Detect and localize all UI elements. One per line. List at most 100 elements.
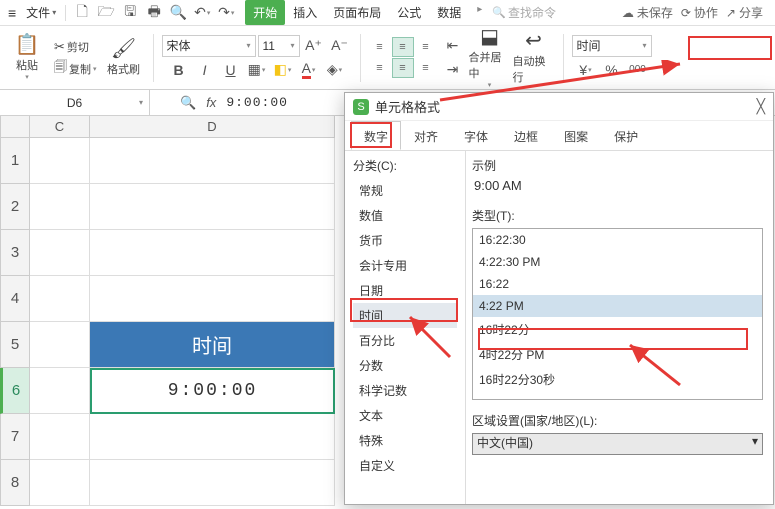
cell[interactable]	[30, 230, 90, 276]
type-opt[interactable]: 16时22分30秒	[473, 367, 762, 392]
cell[interactable]	[90, 230, 335, 276]
find-icon[interactable]: 🔍	[180, 95, 196, 111]
row-header[interactable]: 1	[0, 138, 30, 184]
save-icon[interactable]: 🖫	[119, 2, 141, 24]
increase-indent-icon[interactable]: ⇥	[441, 59, 465, 81]
dialog-tab-pattern[interactable]: 图案	[551, 121, 601, 150]
wrap-button[interactable]: ↩ 自动换行	[513, 31, 555, 85]
cell[interactable]	[90, 460, 335, 506]
cell[interactable]	[30, 368, 90, 414]
tab-start[interactable]: 开始	[245, 0, 285, 25]
row-header[interactable]: 6	[0, 368, 30, 414]
print-icon[interactable]: 🖶	[143, 2, 165, 24]
cat-custom[interactable]: 自定义	[353, 453, 457, 478]
tab-more-icon[interactable]: ▸	[469, 0, 490, 25]
increase-font-icon[interactable]: A⁺	[302, 35, 326, 57]
row-header[interactable]: 4	[0, 276, 30, 322]
italic-icon[interactable]: I	[193, 59, 217, 81]
currency-icon[interactable]: ¥	[574, 59, 598, 81]
align-top-left[interactable]: ≡	[369, 37, 391, 57]
formula-input[interactable]: 9:00:00	[226, 95, 288, 110]
tab-data[interactable]: 数据	[429, 0, 469, 25]
open-icon[interactable]: 🗁	[95, 2, 117, 24]
row-header[interactable]: 8	[0, 460, 30, 506]
cell[interactable]	[30, 276, 90, 322]
col-header-d[interactable]: D	[90, 116, 335, 138]
style-icon[interactable]: ◈	[323, 59, 347, 81]
fill-color-icon[interactable]: ◧	[271, 59, 295, 81]
col-header-c[interactable]: C	[30, 116, 90, 138]
cell[interactable]	[30, 460, 90, 506]
align-top-right[interactable]: ≡	[415, 37, 437, 57]
tab-formula[interactable]: 公式	[389, 0, 429, 25]
undo-icon[interactable]: ↶	[191, 2, 213, 24]
border-icon[interactable]: ▦	[245, 59, 269, 81]
tab-insert[interactable]: 插入	[285, 0, 325, 25]
hamburger-icon[interactable]: ≡	[4, 5, 20, 21]
preview-icon[interactable]: 🔍	[167, 2, 189, 24]
dialog-tab-font[interactable]: 字体	[451, 121, 501, 150]
cell[interactable]	[90, 184, 335, 230]
locale-select[interactable]: 中文(中国)▾	[472, 433, 763, 455]
dialog-tab-border[interactable]: 边框	[501, 121, 551, 150]
select-all-corner[interactable]	[0, 116, 30, 138]
align-bottom-center[interactable]: ≡	[392, 58, 414, 78]
cat-accounting[interactable]: 会计专用	[353, 253, 457, 278]
coop-button[interactable]: 协作	[681, 4, 718, 21]
cell[interactable]	[90, 414, 335, 460]
row-header[interactable]: 5	[0, 322, 30, 368]
dialog-tab-align[interactable]: 对齐	[401, 121, 451, 150]
category-list[interactable]: 常规 数值 货币 会计专用 日期 时间 百分比 分数 科学记数 文本 特殊 自定…	[353, 178, 457, 478]
tab-page-layout[interactable]: 页面布局	[325, 0, 389, 25]
percent-icon[interactable]: %	[600, 59, 624, 81]
file-menu[interactable]: 文件	[22, 4, 60, 21]
row-header[interactable]: 7	[0, 414, 30, 460]
unsaved-status[interactable]: 未保存	[622, 4, 673, 21]
align-bottom-left[interactable]: ≡	[369, 58, 391, 78]
number-format-select[interactable]: 时间	[572, 35, 652, 57]
type-opt-selected[interactable]: 4:22 PM	[473, 295, 762, 317]
type-opt[interactable]: 4时22分 PM	[473, 342, 762, 367]
cell-d6-active[interactable]: 9:00:00	[90, 368, 335, 414]
cell[interactable]	[30, 414, 90, 460]
dialog-tab-number[interactable]: 数字	[351, 121, 401, 150]
decrease-indent-icon[interactable]: ⇤	[441, 35, 465, 57]
decrease-font-icon[interactable]: A⁻	[328, 35, 352, 57]
comma-icon[interactable]: 000	[626, 59, 650, 81]
cat-fraction[interactable]: 分数	[353, 353, 457, 378]
fx-icon[interactable]: fx	[206, 95, 216, 110]
type-opt[interactable]: 16:22	[473, 273, 762, 295]
align-top-center[interactable]: ≡	[392, 37, 414, 57]
cat-percent[interactable]: 百分比	[353, 328, 457, 353]
cat-number[interactable]: 数值	[353, 203, 457, 228]
cat-scientific[interactable]: 科学记数	[353, 378, 457, 403]
row-header[interactable]: 3	[0, 230, 30, 276]
cell-d5[interactable]: 时间	[90, 322, 335, 368]
cell[interactable]	[30, 138, 90, 184]
close-icon[interactable]: ╳	[757, 98, 765, 115]
dialog-titlebar[interactable]: S 单元格格式 ╳	[345, 93, 773, 121]
paste-button[interactable]: 📋 粘贴	[6, 31, 48, 85]
search-input[interactable]: 查找命令	[492, 4, 556, 21]
type-list[interactable]: 16:22:30 4:22:30 PM 16:22 4:22 PM 16时22分…	[472, 228, 763, 400]
new-file-icon[interactable]: 🗋	[71, 2, 93, 24]
cat-currency[interactable]: 货币	[353, 228, 457, 253]
align-bottom-right[interactable]: ≡	[415, 58, 437, 78]
cut-button[interactable]: ✂剪切	[50, 37, 101, 57]
type-opt[interactable]: 16:22:30	[473, 229, 762, 251]
cat-time[interactable]: 时间	[353, 303, 457, 328]
cat-special[interactable]: 特殊	[353, 428, 457, 453]
cat-general[interactable]: 常规	[353, 178, 457, 203]
name-box[interactable]: D6	[0, 90, 150, 115]
font-size-select[interactable]: 11	[258, 35, 300, 57]
format-painter-button[interactable]: 🖌 格式刷	[103, 31, 145, 85]
cell[interactable]	[30, 322, 90, 368]
cell[interactable]	[90, 138, 335, 184]
cell[interactable]	[90, 276, 335, 322]
merge-button[interactable]: ⬓ 合并居中	[469, 31, 511, 85]
type-opt[interactable]: 4:22:30 PM	[473, 251, 762, 273]
bold-icon[interactable]: B	[167, 59, 191, 81]
type-opt[interactable]: 16时22分	[473, 317, 762, 342]
font-color-icon[interactable]: A	[297, 59, 321, 81]
share-button[interactable]: 分享	[726, 4, 763, 21]
